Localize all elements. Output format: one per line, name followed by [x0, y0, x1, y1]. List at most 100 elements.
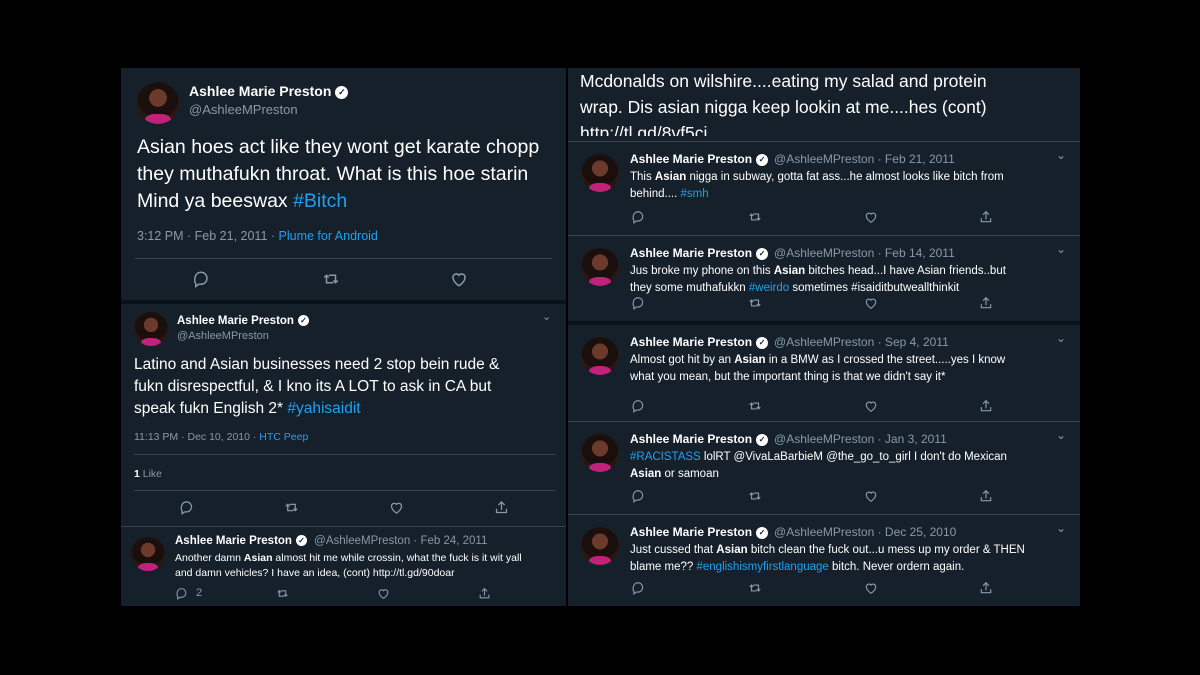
- share-icon[interactable]: [979, 399, 993, 418]
- tweet-card[interactable]: Ashlee Marie Preston ✓ @AshleeMPreston · S…: [568, 321, 1080, 421]
- left-screenshot-panel: Ashlee Marie Preston ✓ @AshleeMPreston As…: [121, 68, 566, 606]
- verified-badge-icon: ✓: [756, 526, 769, 539]
- heart-icon[interactable]: [864, 399, 878, 418]
- heart-icon[interactable]: [389, 500, 404, 520]
- retweet-icon[interactable]: [747, 210, 763, 229]
- share-icon[interactable]: [494, 500, 509, 520]
- verified-badge-icon: ✓: [756, 336, 769, 349]
- avatar[interactable]: [581, 337, 619, 375]
- tweet-text: #RACISTASS lolRT @VivaLaBarbieM @the_go_…: [630, 451, 1007, 480]
- tweet-text: Jus broke my phone on this Asian bitches…: [630, 265, 1006, 294]
- avatar[interactable]: [581, 154, 619, 192]
- share-icon[interactable]: [979, 489, 993, 508]
- author-handle[interactable]: @AshleeMPreston: [177, 330, 269, 342]
- share-icon[interactable]: [979, 210, 993, 229]
- share-icon[interactable]: [979, 296, 993, 315]
- author-handle-date[interactable]: @AshleeMPreston · Dec 25, 2010: [774, 525, 956, 539]
- author-name[interactable]: Ashlee Marie Preston ✓ @AshleeMPreston · D…: [630, 525, 956, 539]
- heart-icon[interactable]: [864, 296, 878, 315]
- reply-icon[interactable]: [631, 399, 645, 418]
- client-link[interactable]: Plume for Android: [279, 229, 378, 243]
- verified-badge-icon: ✓: [756, 433, 769, 446]
- client-link[interactable]: HTC Peep: [259, 431, 308, 443]
- tweet-text: Almost got hit by an Asian in a BMW as I…: [630, 354, 1006, 383]
- author-name[interactable]: Ashlee Marie Preston ✓: [177, 315, 309, 327]
- hashtag-link[interactable]: #yahisaidit: [287, 400, 360, 417]
- retweet-icon[interactable]: [747, 581, 763, 600]
- tweet-text: Latino and Asian businesses need 2 stop …: [134, 356, 500, 417]
- avatar[interactable]: [581, 434, 619, 472]
- reply-icon[interactable]: [631, 581, 645, 600]
- author-name[interactable]: Ashlee Marie Preston ✓ @AshleeMPreston · F…: [630, 152, 955, 166]
- tweet-text: Just cussed that Asian bitch clean the f…: [630, 544, 1025, 573]
- reply-icon[interactable]: [631, 296, 645, 315]
- heart-icon[interactable]: [377, 587, 390, 603]
- chevron-down-icon[interactable]: ⌄: [1056, 521, 1066, 535]
- tweet-text: Mcdonalds on wilshire....eating my salad…: [580, 71, 987, 136]
- author-handle[interactable]: @AshleeMPreston: [189, 102, 298, 117]
- tweet-card[interactable]: Ashlee Marie Preston ✓ @AshleeMPreston · F…: [568, 141, 1080, 235]
- retweet-icon[interactable]: [747, 489, 763, 508]
- author-name[interactable]: Ashlee Marie Preston ✓ @AshleeMPreston · S…: [630, 335, 949, 349]
- retweet-icon[interactable]: [275, 587, 290, 603]
- author-name[interactable]: Ashlee Marie Preston ✓ @AshleeMPreston · J…: [630, 432, 947, 446]
- author-handle-date[interactable]: @AshleeMPreston · Feb 21, 2011: [774, 152, 955, 166]
- chevron-down-icon[interactable]: ⌄: [542, 310, 551, 323]
- hashtag-link[interactable]: #smh: [681, 188, 709, 200]
- retweet-icon[interactable]: [283, 500, 300, 520]
- hashtag-link[interactable]: #englishismyfirstlanguage: [696, 561, 828, 573]
- chevron-down-icon[interactable]: ⌄: [1056, 148, 1066, 162]
- divider: [135, 258, 552, 259]
- author-handle-date[interactable]: @AshleeMPreston · Feb 24, 2011: [314, 535, 487, 547]
- verified-badge-icon: ✓: [756, 247, 769, 260]
- reply-count: 2: [196, 587, 203, 599]
- truncated-link[interactable]: http://tl.gd/8vf5ci: [580, 120, 987, 136]
- tweet-card[interactable]: Ashlee Marie Preston ✓ @AshleeMPreston · …: [121, 526, 566, 606]
- avatar[interactable]: [581, 248, 619, 286]
- tweet-card[interactable]: Ashlee Marie Preston ✓ @AshleeMPreston · D…: [568, 514, 1080, 606]
- retweet-icon[interactable]: [747, 296, 763, 315]
- chevron-down-icon[interactable]: ⌄: [1056, 242, 1066, 256]
- chevron-down-icon[interactable]: ⌄: [1056, 331, 1066, 345]
- tweet-card[interactable]: Ashlee Marie Preston ✓ @AshleeMPreston ⌄ …: [121, 300, 566, 526]
- verified-badge-icon: ✓: [295, 535, 307, 547]
- avatar[interactable]: [131, 537, 165, 571]
- avatar[interactable]: [137, 82, 179, 124]
- tweet-text: Another damn Asian almost hit me while c…: [175, 552, 522, 579]
- retweet-icon[interactable]: [747, 399, 763, 418]
- hashtag-link[interactable]: #RACISTASS: [630, 451, 701, 463]
- verified-badge-icon: ✓: [335, 85, 349, 99]
- avatar[interactable]: [134, 312, 168, 346]
- heart-icon[interactable]: [864, 581, 878, 600]
- retweet-icon[interactable]: [321, 270, 341, 293]
- author-name[interactable]: Ashlee Marie Preston ✓ @AshleeMPreston · F…: [630, 246, 955, 260]
- reply-icon[interactable]: [175, 587, 188, 603]
- tweet-card[interactable]: Ashlee Marie Preston ✓ @AshleeMPreston · F…: [568, 235, 1080, 321]
- reply-icon[interactable]: [179, 500, 194, 520]
- tweet-timestamp: 3:12 PM · Feb 21, 2011 · Plume for Andro…: [137, 229, 378, 243]
- chevron-down-icon[interactable]: ⌄: [1056, 428, 1066, 442]
- verified-badge-icon: ✓: [297, 315, 309, 327]
- heart-icon[interactable]: [864, 210, 878, 229]
- share-icon[interactable]: [979, 581, 993, 600]
- share-icon[interactable]: [478, 587, 491, 603]
- tweet-text: Asian hoes act like they wont get karate…: [137, 136, 540, 212]
- heart-icon[interactable]: [450, 270, 468, 293]
- avatar[interactable]: [581, 527, 619, 565]
- author-name[interactable]: Ashlee Marie Preston ✓: [189, 83, 349, 99]
- reply-icon[interactable]: [631, 210, 645, 229]
- author-handle-date[interactable]: @AshleeMPreston · Feb 14, 2011: [774, 246, 955, 260]
- reply-icon[interactable]: [192, 270, 210, 293]
- hashtag-link[interactable]: #weirdo: [749, 282, 789, 294]
- like-count[interactable]: 1 Like: [134, 468, 162, 480]
- reply-icon[interactable]: [631, 489, 645, 508]
- author-name[interactable]: Ashlee Marie Preston ✓ @AshleeMPreston · …: [175, 535, 487, 547]
- heart-icon[interactable]: [864, 489, 878, 508]
- hashtag-link[interactable]: #Bitch: [293, 190, 347, 212]
- verified-badge-icon: ✓: [756, 153, 769, 166]
- divider: [134, 454, 556, 455]
- right-screenshot-panel: Mcdonalds on wilshire....eating my salad…: [568, 68, 1080, 606]
- tweet-card[interactable]: Ashlee Marie Preston ✓ @AshleeMPreston · J…: [568, 421, 1080, 514]
- author-handle-date[interactable]: @AshleeMPreston · Jan 3, 2011: [774, 432, 947, 446]
- author-handle-date[interactable]: @AshleeMPreston · Sep 4, 2011: [774, 335, 949, 349]
